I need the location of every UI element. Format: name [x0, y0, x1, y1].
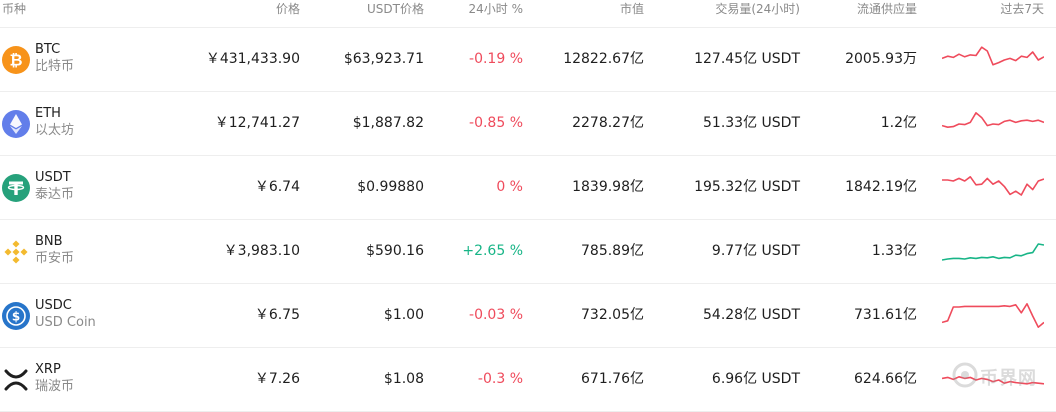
- price-usdt: $1,887.82: [352, 115, 424, 131]
- coin-symbol[interactable]: USDT: [35, 170, 71, 186]
- circulating-supply: 624.66亿: [854, 371, 917, 387]
- price-usdt: $1.00: [383, 307, 424, 323]
- market-cap: 2278.27亿: [572, 115, 644, 131]
- coin-name: 以太坊: [35, 123, 75, 138]
- sparkline-7d: [942, 112, 1044, 129]
- sparkline-path: [942, 243, 1044, 261]
- change-24h: -0.19 %: [469, 51, 523, 67]
- price-cny: ￥12,741.27: [214, 115, 300, 131]
- svg-text:₿: ₿: [9, 51, 22, 70]
- coin-symbol[interactable]: ETH: [35, 106, 61, 122]
- volume-24h: 51.33亿 USDT: [703, 115, 800, 131]
- bitcoin-icon: ₿: [2, 46, 30, 74]
- volume-24h: 195.32亿 USDT: [694, 179, 800, 195]
- header-last-7-days: 过去7天: [1000, 2, 1044, 16]
- price-cny: ￥7.26: [254, 371, 300, 387]
- volume-24h: 6.96亿 USDT: [711, 371, 800, 387]
- market-cap: 785.89亿: [581, 243, 644, 259]
- sparkline-path: [942, 375, 1044, 385]
- usd-coin-icon: $: [2, 302, 30, 330]
- header-price[interactable]: 价格: [276, 1, 300, 17]
- table-row[interactable]: $ USDC USD Coin ￥6.75 $1.00 -0.03 % 732.05亿 54.…: [0, 284, 1056, 348]
- price-cny: ￥6.75: [254, 307, 300, 323]
- coin-symbol[interactable]: BTC: [35, 42, 60, 58]
- sparkline-7d: [942, 303, 1044, 329]
- table-row[interactable]: BNB 币安币 ￥3,983.10 $590.16 +2.65 % 785.89亿 9.77…: [0, 220, 1056, 284]
- sparkline-7d: [942, 176, 1044, 196]
- xrp-icon: [2, 366, 30, 394]
- coin-symbol[interactable]: BNB: [35, 234, 63, 250]
- sparkline-7d: [942, 243, 1044, 261]
- sparkline-7d: [942, 375, 1044, 385]
- header-usdt-price[interactable]: USDT价格: [367, 1, 424, 17]
- change-24h: -0.03 %: [469, 307, 523, 323]
- header-volume[interactable]: 交易量(24小时): [715, 1, 800, 17]
- table-row[interactable]: USDT 泰达币 ￥6.74 $0.99880 0 % 1839.98亿 195.32亿 U…: [0, 156, 1056, 220]
- price-cny: ￥431,433.90: [205, 51, 300, 67]
- price-usdt: $590.16: [366, 243, 424, 259]
- svg-text:$: $: [12, 310, 20, 324]
- coin-name: 比特币: [35, 59, 75, 74]
- volume-24h: 54.28亿 USDT: [703, 307, 800, 323]
- price-cny: ￥6.74: [254, 179, 300, 195]
- change-24h: -0.3 %: [477, 371, 523, 387]
- table-row[interactable]: XRP 瑞波币 ￥7.26 $1.08 -0.3 % 671.76亿 6.96亿 USDT 6…: [0, 348, 1056, 412]
- coin-symbol[interactable]: XRP: [35, 362, 61, 378]
- sparkline-path: [942, 46, 1044, 66]
- price-usdt: $0.99880: [357, 179, 424, 195]
- bnb-icon: [2, 238, 30, 266]
- market-cap: 12822.67亿: [563, 51, 644, 67]
- header-coin[interactable]: 币种: [2, 1, 26, 17]
- circulating-supply: 2005.93万: [845, 51, 917, 67]
- price-cny: ￥3,983.10: [223, 243, 300, 259]
- header-change-24h[interactable]: 24小时 %: [469, 1, 524, 17]
- header-market-cap[interactable]: 市值: [620, 1, 644, 17]
- market-cap: 1839.98亿: [572, 179, 644, 195]
- circulating-supply: 1.33亿: [871, 243, 917, 259]
- sparkline-path: [942, 176, 1044, 196]
- sparkline-7d: [942, 46, 1044, 66]
- circulating-supply: 1842.19亿: [845, 179, 917, 195]
- table-header: 币种 价格 USDT价格 24小时 % 市值 交易量(24小时) 流通供应量 过…: [0, 0, 1056, 28]
- volume-24h: 127.45亿 USDT: [694, 51, 800, 67]
- change-24h: 0 %: [496, 179, 523, 195]
- coin-symbol[interactable]: USDC: [35, 298, 72, 314]
- sparkline-path: [942, 112, 1044, 129]
- tether-icon: [2, 174, 30, 202]
- change-24h: +2.65 %: [462, 243, 523, 259]
- ethereum-icon: [2, 110, 30, 138]
- price-usdt: $63,923.71: [343, 51, 424, 67]
- market-cap: 671.76亿: [581, 371, 644, 387]
- coin-name: USD Coin: [35, 315, 96, 330]
- price-usdt: $1.08: [383, 371, 424, 387]
- header-supply[interactable]: 流通供应量: [857, 1, 917, 17]
- circulating-supply: 731.61亿: [854, 307, 917, 323]
- sparkline-path: [942, 303, 1044, 329]
- table-row[interactable]: ETH 以太坊 ￥12,741.27 $1,887.82 -0.85 % 2278.27亿…: [0, 92, 1056, 156]
- market-cap: 732.05亿: [581, 307, 644, 323]
- circulating-supply: 1.2亿: [880, 115, 917, 131]
- table-row[interactable]: ₿ BTC 比特币 ￥431,433.90 $63,923.71 -0.19 % 12822…: [0, 28, 1056, 92]
- coin-name: 泰达币: [35, 187, 75, 202]
- coin-name: 瑞波币: [35, 379, 75, 394]
- change-24h: -0.85 %: [469, 115, 523, 131]
- volume-24h: 9.77亿 USDT: [711, 243, 800, 259]
- coin-name: 币安币: [35, 251, 75, 266]
